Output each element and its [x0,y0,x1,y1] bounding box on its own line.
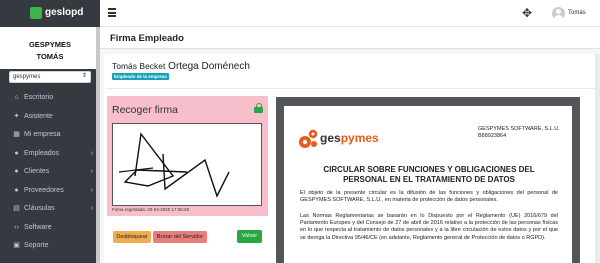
sidebar-item-software[interactable]: ‹› Software [0,219,100,238]
logo-suffix: pymes [340,131,379,145]
delete-from-server-button[interactable]: Borrar del Servidor [153,231,207,243]
sidebar-item-label: Escritorio [24,94,54,101]
hamburger-menu-icon[interactable] [108,8,116,17]
pdf-company-name: GESPYMES SOFTWARE, S.L.U. [478,126,560,132]
sidebar-item-label: Clientes [24,168,50,175]
page-title: Firma Empleado [110,33,184,44]
user-avatar[interactable] [552,7,565,20]
sidebar-item-soporte[interactable]: ▣ Soporte [0,237,100,256]
lock-icon [254,103,263,113]
logo-prefix: ges [320,131,341,145]
pdf-company-cif: B88923864 [478,133,507,139]
company-name: GESPYMES [28,40,72,49]
sidebar-scrollbar[interactable] [96,27,100,263]
sidebar-item-label: Asistente [24,112,53,120]
sidebar-item-clientes[interactable]: ● Clientes › [0,163,100,182]
geslopd-logo-icon [30,7,42,19]
pdf-company-info: GESPYMES SOFTWARE, S.L.U. B88923864 [478,126,570,140]
users-icon: ● [14,168,19,175]
sidebar-item-mi-empresa[interactable]: ▦ Mi empresa [0,126,100,145]
sidebar-item-label: Empleados [24,149,60,157]
sidebar-item-asistente[interactable]: ✦ Asistente [0,108,100,127]
users-icon: ● [14,149,19,157]
magic-wand-icon: ✦ [13,112,20,120]
employee-badge: Empleado de la empresa [112,73,169,80]
chevron-right-icon: › [90,149,93,157]
sidebar-item-escritorio[interactable]: ⌂ Escritorio [0,89,100,108]
pdf-paragraph: El objeto de la presente circular es la … [300,190,558,204]
sidebar-item-label: Mi empresa [24,131,61,138]
sidebar-item-clausulas[interactable]: ▤ Cláusulas › [0,200,100,219]
signature-drawing [118,132,230,198]
gears-logo-icon [298,128,318,150]
sidebar-menu: ⌂ Escritorio ✦ Asistente ▦ Mi empresa ● Empl… [0,89,100,256]
dashboard-icon: ⌂ [14,94,19,101]
company-select-value: gespymes [13,74,41,80]
employee-first-name: Tomás Becket [112,61,166,71]
pdf-heading-line: CIRCULAR SOBRE FUNCIONES Y OBLIGACIONES … [323,165,535,174]
sidebar-user-name: TOMÁS [36,52,64,61]
employee-last-name: Ortega Doménech [168,61,250,72]
pdf-paragraph: Las Normas Reglamentarias se basarán en … [300,213,558,241]
divider [106,88,598,89]
pdf-heading: CIRCULAR SOBRE FUNCIONES Y OBLIGACIONES … [300,165,558,185]
sidebar-item-label: Software [24,223,52,231]
brand-name: geslopd [45,7,84,18]
chevron-right-icon: › [90,186,93,194]
select-arrows-icon: ⇕ [81,73,87,79]
users-icon: ● [14,186,19,194]
sidebar: GESPYMES TOMÁS gespymes ⇕ ⌂ Escritorio ✦ A… [0,27,100,263]
employee-name: Tomás Becket Ortega Doménech [112,61,250,72]
sidebar-item-proveedores[interactable]: ● Proveedores › [0,182,100,201]
sidebar-item-label: Soporte [24,242,49,249]
support-icon: ▣ [13,242,20,249]
signature-date: Firma registrada: 20-04-2020 17:06:28 [112,207,190,212]
chevron-right-icon: › [90,168,93,175]
back-button[interactable]: Volver [237,230,262,243]
unlock-button[interactable]: Desbloquear [113,231,151,243]
chevron-right-icon: › [90,205,93,212]
brand-area[interactable]: geslopd [0,0,100,27]
pdf-logo-text: gespymes [320,131,379,145]
signature-title: Recoger firma [112,104,178,116]
sidebar-profile: GESPYMES TOMÁS [0,27,100,69]
sidebar-item-label: Cláusulas [24,205,55,212]
fullscreen-arrows-icon[interactable]: ✥ [521,7,533,19]
company-select[interactable]: gespymes ⇕ [9,71,91,83]
building-icon: ▦ [13,131,20,138]
user-name[interactable]: Tomás [568,10,586,16]
pdf-heading-line: PERSONAL EN EL TRATAMIENTO DE DATOS [343,175,515,184]
top-navbar: geslopd ✥ Tomás [0,0,600,27]
code-icon: ‹› [14,223,19,231]
page-scrollbar[interactable] [595,54,600,263]
signature-canvas[interactable] [112,123,262,206]
sidebar-item-empleados[interactable]: ● Empleados › [0,145,100,164]
file-icon: ▤ [13,205,20,212]
sidebar-item-label: Proveedores [24,186,64,194]
